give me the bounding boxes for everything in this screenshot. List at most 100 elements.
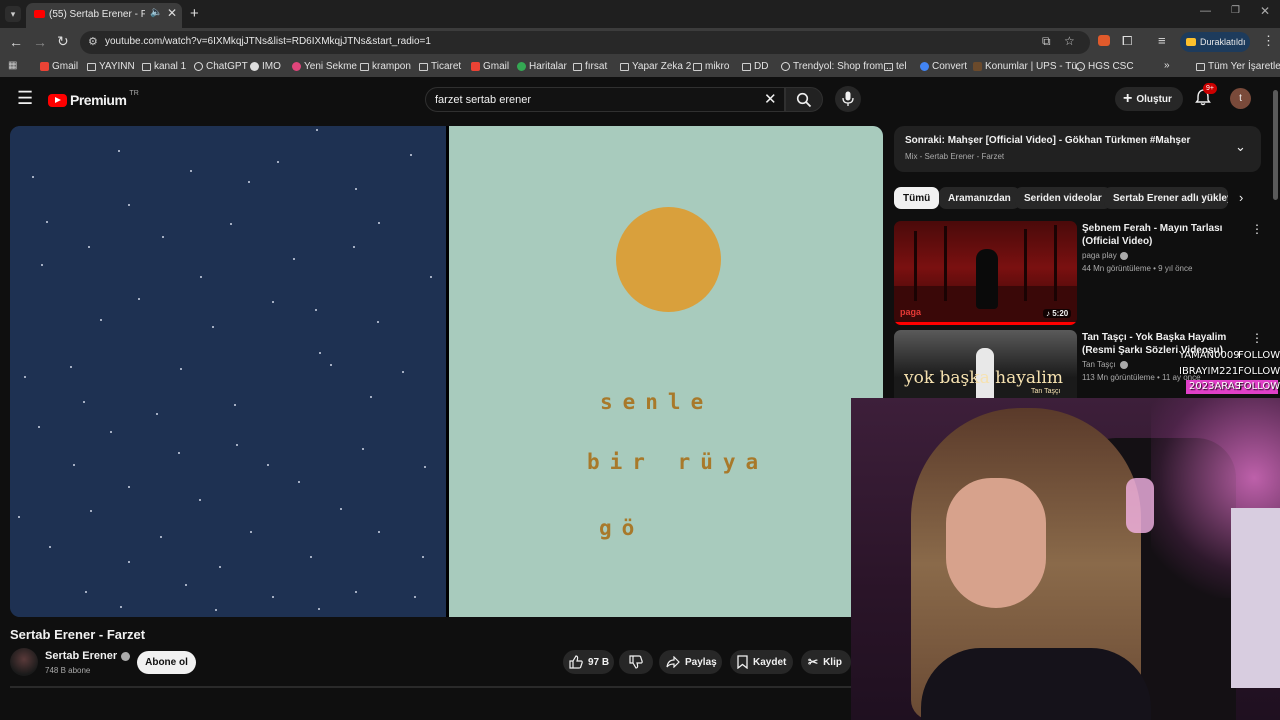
hair-ribbon	[1126, 478, 1154, 533]
bookmark-yeni-sekme[interactable]: Yeni Sekme	[292, 61, 357, 72]
new-tab-button[interactable]: +	[190, 5, 199, 22]
back-icon[interactable]: ←	[9, 34, 23, 50]
save-button[interactable]: Kaydet	[730, 650, 793, 674]
avatar[interactable]: t	[1230, 88, 1251, 109]
media-control-icon[interactable]: ≡	[1158, 33, 1166, 48]
hamburger-menu-icon[interactable]: ☰	[17, 89, 33, 107]
minimize-icon[interactable]: —	[1200, 5, 1211, 17]
notifications-button[interactable]: 9+	[1195, 83, 1217, 107]
video-starfield-panel	[10, 126, 446, 617]
imo-icon	[250, 62, 259, 71]
video-thumbnail[interactable]: yok başka hayalim Tan Taşçı	[894, 330, 1077, 398]
verified-icon	[1120, 252, 1128, 260]
install-app-icon[interactable]: ⧉	[1042, 34, 1051, 49]
like-button[interactable]: 97 B	[563, 650, 614, 674]
gmail-icon	[40, 62, 49, 71]
video-thumbnail[interactable]: paga ♪ 5:20	[894, 221, 1077, 325]
speaker-icon[interactable]: 🔈	[150, 7, 162, 18]
more-options-icon[interactable]: ⋮	[1251, 331, 1263, 345]
description-edge	[10, 686, 851, 688]
close-window-icon[interactable]: ✕	[1260, 4, 1270, 18]
chip-all[interactable]: Tümü	[894, 187, 940, 209]
webcam-overlay	[851, 398, 1280, 720]
restore-icon[interactable]: ❐	[1231, 5, 1240, 16]
bookmark-ups[interactable]: Konumlar | UPS - Tü...	[973, 61, 1085, 72]
bookmark-convert[interactable]: Convert	[920, 61, 967, 72]
tab-close-icon[interactable]: ✕	[167, 6, 177, 20]
follow-alert-3: 2023ARAS FOLLOW	[1186, 380, 1280, 394]
thumbs-up-icon	[569, 655, 583, 669]
search-input[interactable]	[435, 91, 755, 108]
video-player[interactable]: senle bir rüya gö	[10, 126, 883, 617]
page-scrollbar[interactable]	[1273, 90, 1278, 200]
tab-title: (55) Sertab Erener - Farzet	[49, 9, 145, 20]
clip-button[interactable]: ✂ Klip	[801, 650, 851, 674]
lyric-line-3: gö	[599, 516, 645, 540]
bookmark-kanal-1[interactable]: kanal 1	[142, 61, 186, 72]
clear-search-icon[interactable]: ✕	[764, 90, 777, 108]
chip-series-videos[interactable]: Seriden videolar	[1015, 187, 1111, 209]
up-next-panel[interactable]: Sonraki: Mahşer [Official Video] - Gökha…	[894, 126, 1261, 172]
apps-grid-icon[interactable]: ▦	[8, 60, 17, 71]
subscribe-button[interactable]: Abone ol	[137, 651, 196, 674]
bookmark-tel[interactable]: tel	[884, 61, 907, 72]
chip-uploader[interactable]: Sertab Erener adlı yükleyic	[1104, 187, 1228, 209]
bookmark-star-icon[interactable]: ☆	[1064, 34, 1075, 48]
more-bookmarks-icon[interactable]: »	[1164, 60, 1170, 71]
thumb-logo-text: paga	[900, 307, 922, 317]
bookmark-gmail-2[interactable]: Gmail	[471, 61, 509, 72]
chevron-down-icon[interactable]: ⌄	[1235, 139, 1246, 155]
bookmark-gmail[interactable]: Gmail	[40, 61, 78, 72]
bookmark-yapar-zeka[interactable]: Yapar Zeka 2	[620, 61, 691, 72]
bookmark-chatgpt[interactable]: ChatGPT	[194, 61, 248, 72]
voice-search-button[interactable]	[835, 86, 861, 112]
lyric-line-2: bir rüya	[587, 450, 769, 474]
search-box[interactable]: ✕	[425, 87, 785, 112]
bookmark-imo[interactable]: IMO	[250, 61, 281, 72]
bookmark-hgs[interactable]: HGS CSC	[1076, 61, 1134, 72]
folder-icon	[693, 62, 702, 71]
tab-list-button[interactable]: ▾	[5, 6, 21, 22]
sun-shape	[616, 207, 721, 312]
clip-label: Klip	[823, 656, 842, 668]
share-button[interactable]: Paylaş	[659, 650, 722, 674]
reload-icon[interactable]: ↻	[57, 33, 69, 50]
follower-name: YAMAN0009	[1179, 350, 1240, 361]
dislike-button[interactable]	[619, 650, 653, 674]
bookmark-ticaret[interactable]: Ticaret	[419, 61, 461, 72]
logo-text: Premium	[70, 92, 127, 108]
browser-menu-icon[interactable]: ⋮	[1262, 33, 1275, 49]
lyric-line-1: senle	[600, 390, 714, 414]
chip-from-search[interactable]: Aramanızdan	[939, 187, 1020, 209]
search-button[interactable]	[785, 87, 823, 112]
more-options-icon[interactable]: ⋮	[1251, 222, 1263, 236]
subscribe-label: Abone ol	[145, 657, 188, 668]
create-button[interactable]: + Oluştur	[1115, 87, 1183, 111]
bookmark-icon	[737, 655, 748, 669]
browser-tab[interactable]: (55) Sertab Erener - Farzet 🔈 ✕	[26, 3, 182, 28]
paused-profile-button[interactable]: Duraklatıldı	[1180, 32, 1250, 52]
bookmark-trendyol[interactable]: Trendyol: Shop from...	[781, 61, 892, 72]
bookmark-dd[interactable]: DD	[742, 61, 768, 72]
site-info-icon[interactable]: ⚙	[88, 35, 98, 48]
puzzle-icon[interactable]: ⧠	[1122, 33, 1132, 49]
address-bar[interactable]: ⚙ youtube.com/watch?v=6IXMkqjJTNs&list=R…	[80, 31, 1090, 54]
forward-icon[interactable]: →	[33, 34, 47, 50]
all-bookmarks[interactable]: Tüm Yer İşaretleri	[1196, 61, 1280, 72]
up-next-title: Sonraki: Mahşer [Official Video] - Gökha…	[905, 135, 1191, 146]
bookmark-mikro[interactable]: mikro	[693, 61, 729, 72]
extension-icon[interactable]	[1098, 35, 1110, 46]
youtube-logo[interactable]: Premium TR	[48, 90, 139, 108]
url-text: youtube.com/watch?v=6IXMkqjJTNs&list=RD6…	[105, 36, 431, 47]
bookmark-firsat[interactable]: fırsat	[573, 61, 607, 72]
bookmark-haritalar[interactable]: Haritalar	[517, 61, 567, 72]
bookmark-krampon[interactable]: krampon	[360, 61, 411, 72]
folder-icon	[884, 62, 893, 71]
list-item[interactable]: paga ♪ 5:20 Şebnem Ferah - Mayın Tarlası…	[894, 221, 1263, 325]
channel-avatar[interactable]	[10, 648, 38, 676]
bookmark-yayinn[interactable]: YAYINN	[87, 61, 135, 72]
chevron-right-icon[interactable]: ›	[1239, 190, 1243, 205]
channel-name[interactable]: Sertab Erener	[45, 650, 131, 662]
thumbs-down-icon	[629, 655, 643, 669]
maps-pin-icon	[517, 62, 526, 71]
